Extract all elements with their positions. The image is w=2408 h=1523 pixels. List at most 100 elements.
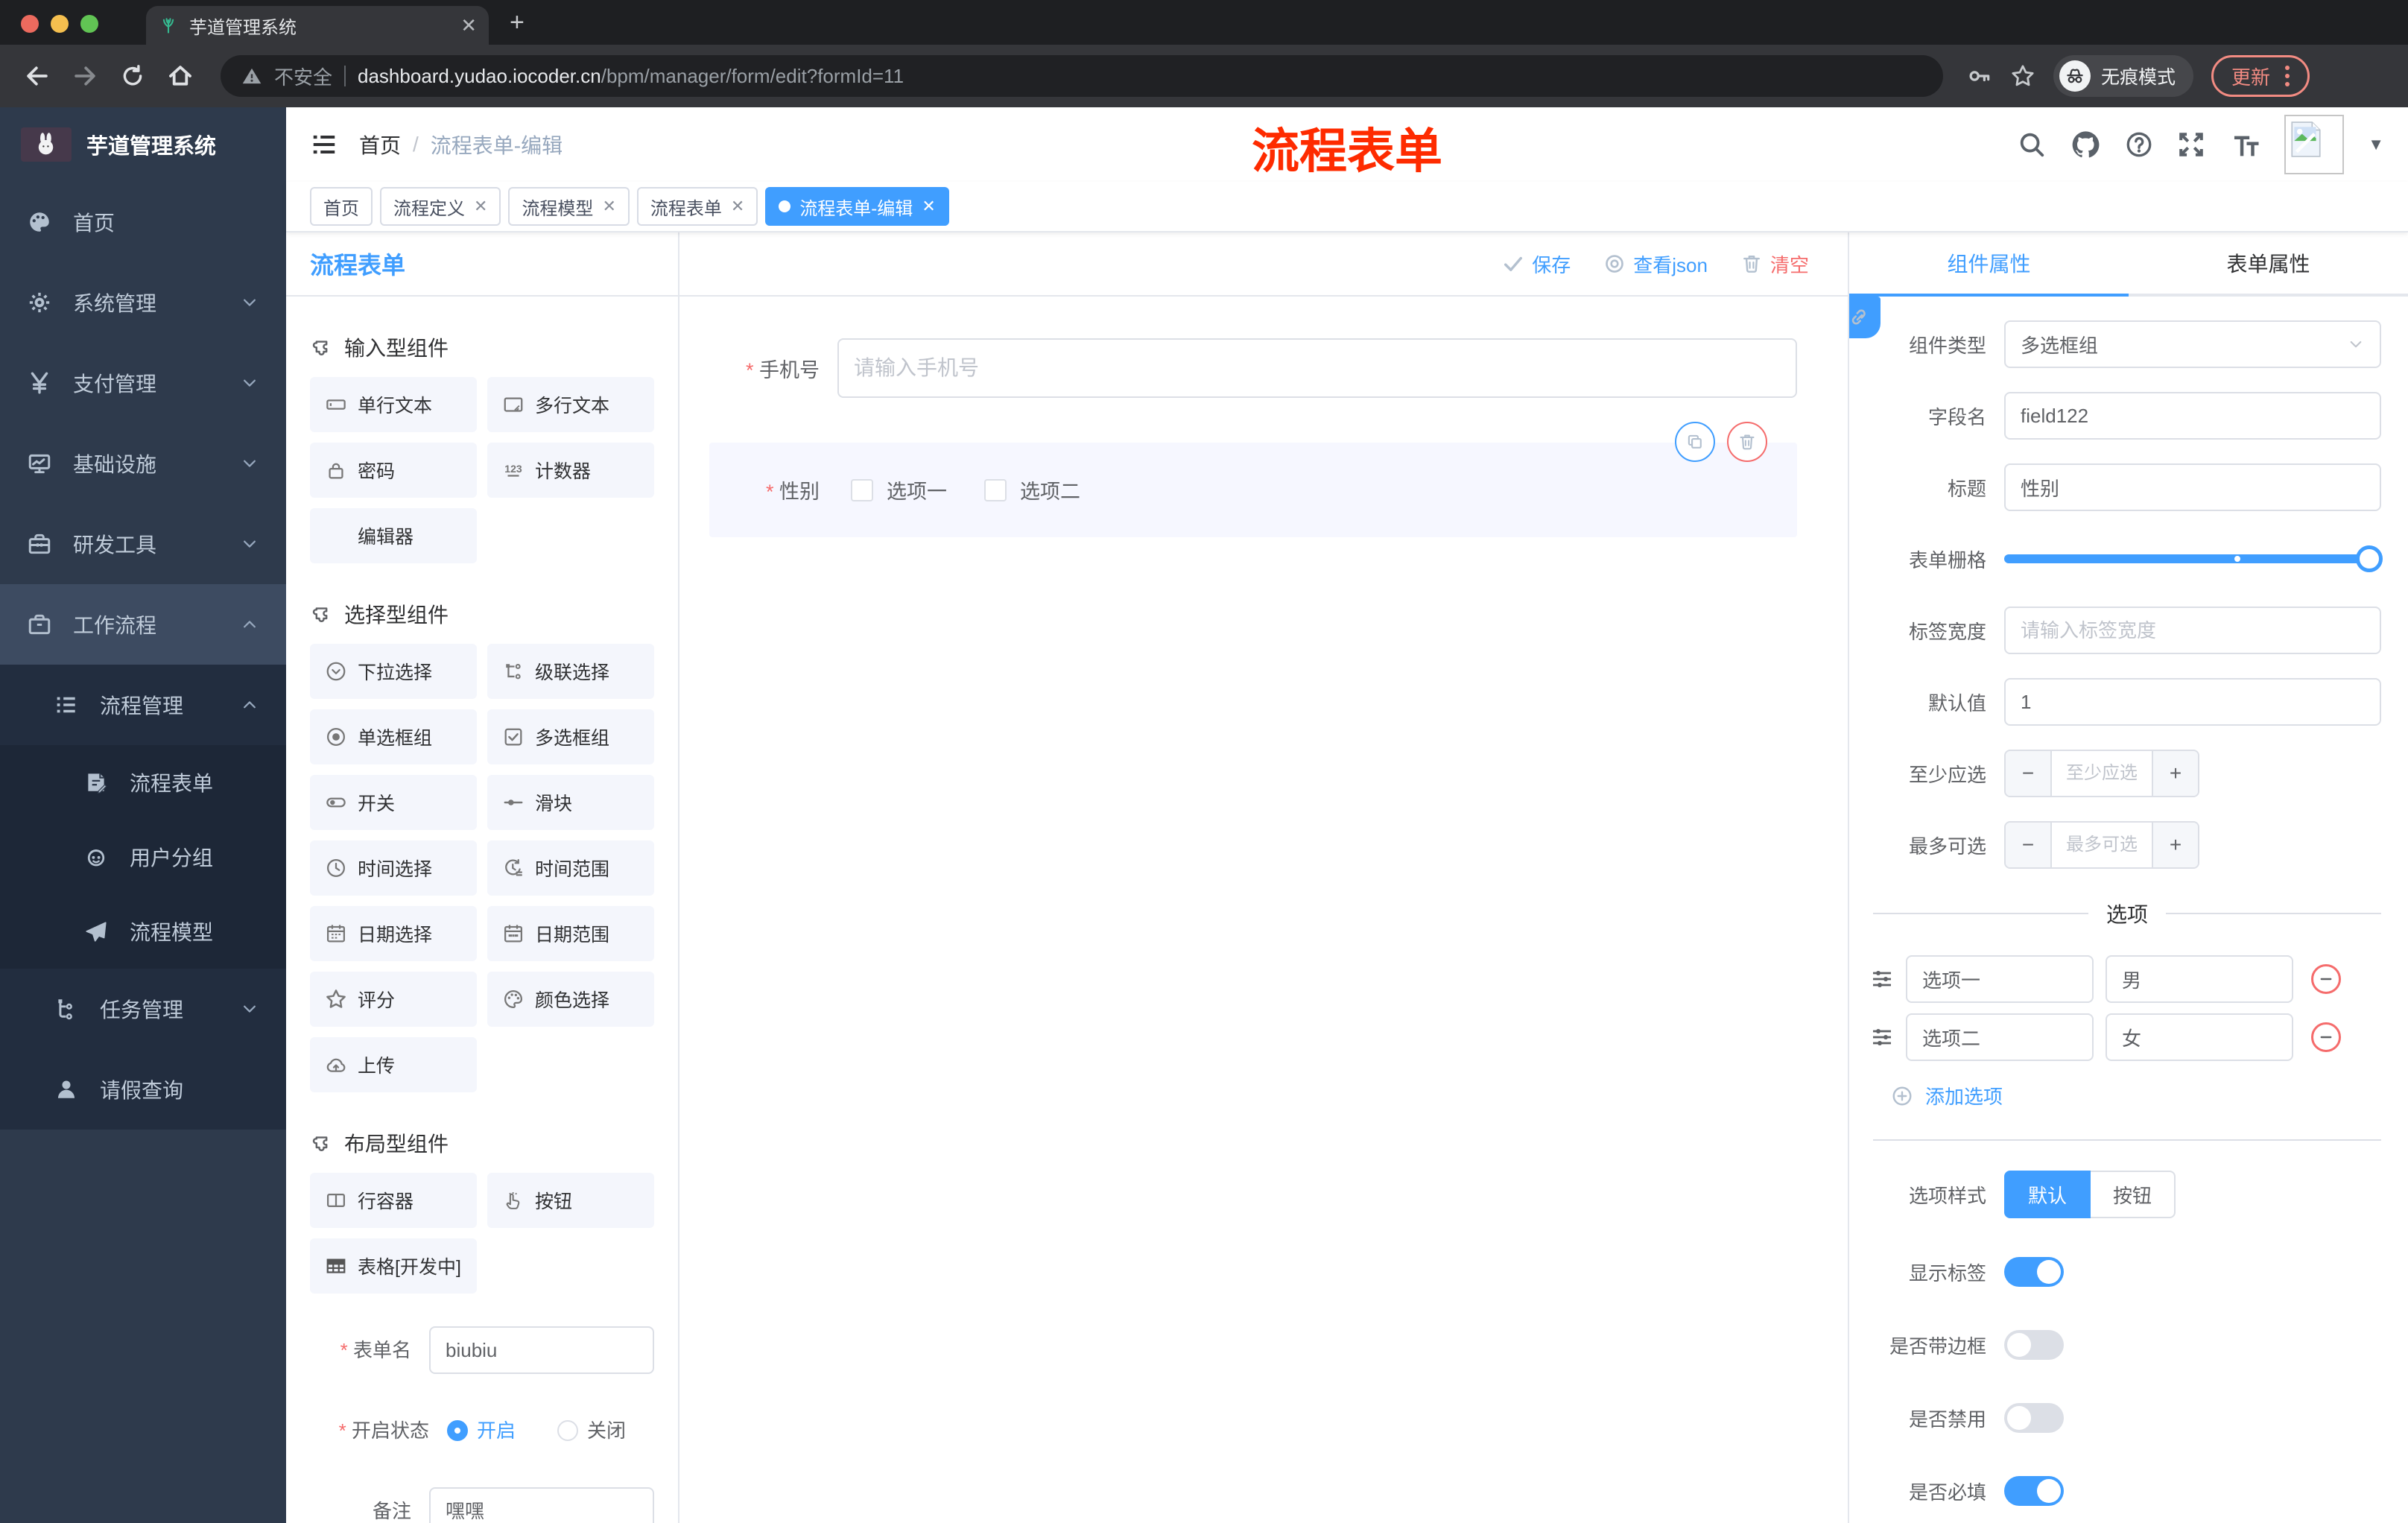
canvas-field-gender-selected[interactable]: * 性别 选项一 选项二: [709, 422, 1797, 537]
remove-option-button[interactable]: [2311, 1022, 2341, 1052]
sidebar-logo[interactable]: 芋道管理系统: [0, 107, 286, 182]
sidebar-item-process-form[interactable]: 流程表单: [0, 745, 286, 820]
fullscreen-icon[interactable]: [2177, 130, 2205, 159]
avatar-caret-icon[interactable]: ▼: [2368, 135, 2384, 154]
forward-icon[interactable]: [66, 57, 104, 95]
hamburger-icon[interactable]: [310, 130, 338, 159]
help-icon[interactable]: [2125, 130, 2153, 159]
tag-close-icon[interactable]: ✕: [731, 197, 744, 216]
option-style-default-button[interactable]: 默认: [2004, 1171, 2091, 1218]
drawer-handle-button[interactable]: [1849, 297, 1881, 338]
phone-input[interactable]: [837, 338, 1797, 398]
tag-process-form-edit[interactable]: 流程表单-编辑 ✕: [765, 187, 949, 226]
option-2-value-input[interactable]: [2106, 1013, 2293, 1061]
avatar[interactable]: [2284, 115, 2345, 174]
tab-form-props[interactable]: 表单属性: [2129, 232, 2408, 294]
form-name-input[interactable]: [429, 1326, 654, 1374]
sidebar-item-workflow[interactable]: 工作流程: [0, 584, 286, 665]
radio-off[interactable]: [557, 1420, 579, 1441]
home-icon[interactable]: [161, 57, 200, 95]
component-item-slider[interactable]: 滑块: [487, 775, 654, 830]
sidebar-item-home[interactable]: 首页: [0, 182, 286, 262]
sidebar-item-process-management[interactable]: 流程管理: [0, 665, 286, 745]
passwords-key-icon[interactable]: [1967, 63, 1992, 89]
browser-update-button[interactable]: 更新: [2211, 55, 2310, 97]
font-size-icon[interactable]: [2229, 129, 2260, 160]
stepper-decrease-button[interactable]: −: [2006, 751, 2050, 796]
sidebar-item-devtools[interactable]: 研发工具: [0, 504, 286, 584]
new-tab-button[interactable]: +: [510, 8, 525, 37]
component-item-button[interactable]: 按钮: [487, 1173, 654, 1228]
component-item-rate[interactable]: 评分: [310, 972, 477, 1027]
browser-menu-icon[interactable]: [2285, 66, 2290, 86]
security-label[interactable]: 不安全: [274, 63, 332, 90]
component-item-counter[interactable]: 计数器: [487, 443, 654, 498]
component-item-single-text[interactable]: 单行文本: [310, 377, 477, 432]
component-item-checkbox-group[interactable]: 多选框组: [487, 709, 654, 764]
sidebar-item-infrastructure[interactable]: 基础设施: [0, 423, 286, 504]
window-minimize-button[interactable]: [51, 15, 69, 33]
canvas-field-phone[interactable]: * 手机号: [709, 338, 1797, 398]
sidebar-item-task-management[interactable]: 任务管理: [0, 969, 286, 1049]
tab-component-props[interactable]: 组件属性: [1849, 232, 2129, 294]
form-grid-slider[interactable]: [2004, 545, 2383, 572]
component-item-time-range[interactable]: 时间范围: [487, 840, 654, 896]
tag-close-icon[interactable]: ✕: [474, 197, 487, 216]
stepper-decrease-button[interactable]: −: [2006, 823, 2050, 867]
component-item-color-picker[interactable]: 颜色选择: [487, 972, 654, 1027]
option-1-label-input[interactable]: [1906, 955, 2094, 1003]
component-item-editor[interactable]: 编辑器: [310, 508, 477, 563]
tag-home[interactable]: 首页: [310, 187, 373, 226]
component-item-select[interactable]: 下拉选择: [310, 644, 477, 699]
min-checked-input[interactable]: [2050, 751, 2153, 796]
component-item-multi-text[interactable]: 多行文本: [487, 377, 654, 432]
view-json-button[interactable]: 查看json: [1603, 250, 1708, 278]
option-1-value-input[interactable]: [2106, 955, 2293, 1003]
delete-component-button[interactable]: [1727, 422, 1767, 462]
radio-off-label[interactable]: 关闭: [587, 1407, 626, 1454]
max-checked-input[interactable]: [2050, 823, 2153, 867]
browser-tab[interactable]: 芋道管理系统 ✕: [146, 6, 489, 45]
stepper-increase-button[interactable]: +: [2153, 751, 2198, 796]
component-item-cascader[interactable]: 级联选择: [487, 644, 654, 699]
show-label-switch[interactable]: [2004, 1257, 2064, 1287]
tag-close-icon[interactable]: ✕: [602, 197, 615, 216]
component-item-table[interactable]: 表格[开发中]: [310, 1238, 477, 1294]
component-item-password[interactable]: 密码: [310, 443, 477, 498]
title-input[interactable]: [2004, 463, 2381, 511]
tab-close-icon[interactable]: ✕: [460, 14, 477, 37]
tag-process-definition[interactable]: 流程定义 ✕: [380, 187, 501, 226]
component-type-select[interactable]: 多选框组: [2004, 320, 2381, 368]
component-item-date-picker[interactable]: 日期选择: [310, 906, 477, 961]
sidebar-item-system[interactable]: 系统管理: [0, 262, 286, 343]
add-option-button[interactable]: 添加选项: [1891, 1082, 2381, 1109]
radio-on-label[interactable]: 开启: [477, 1407, 516, 1454]
remove-option-button[interactable]: [2311, 964, 2341, 994]
checkbox-option-2[interactable]: [984, 478, 1007, 501]
back-icon[interactable]: [18, 57, 57, 95]
url-text[interactable]: dashboard.yudao.iocoder.cn/bpm/manager/f…: [358, 65, 904, 88]
slider-handle[interactable]: [2356, 545, 2383, 572]
breadcrumb-home[interactable]: 首页: [359, 130, 401, 159]
component-item-upload[interactable]: 上传: [310, 1037, 477, 1092]
sidebar-item-leave-query[interactable]: 请假查询: [0, 1049, 286, 1130]
has-border-switch[interactable]: [2004, 1330, 2064, 1360]
required-switch[interactable]: [2004, 1476, 2064, 1506]
sidebar-item-payment[interactable]: 支付管理: [0, 343, 286, 423]
sidebar-item-user-group[interactable]: 用户分组: [0, 820, 286, 894]
search-icon[interactable]: [2018, 130, 2046, 159]
component-item-switch[interactable]: 开关: [310, 775, 477, 830]
tag-close-icon[interactable]: ✕: [922, 197, 935, 216]
tag-process-model[interactable]: 流程模型 ✕: [508, 187, 630, 226]
checkbox-option-1-label[interactable]: 选项一: [887, 475, 947, 504]
component-item-time-picker[interactable]: 时间选择: [310, 840, 477, 896]
label-width-input[interactable]: [2004, 607, 2381, 654]
reload-icon[interactable]: [113, 57, 152, 95]
bookmark-star-icon[interactable]: [2010, 63, 2035, 89]
component-item-date-range[interactable]: 日期范围: [487, 906, 654, 961]
drag-handle-icon[interactable]: [1870, 967, 1894, 991]
window-close-button[interactable]: [21, 15, 39, 33]
option-2-label-input[interactable]: [1906, 1013, 2094, 1061]
component-item-row-container[interactable]: 行容器: [310, 1173, 477, 1228]
clear-button[interactable]: 清空: [1740, 250, 1809, 278]
